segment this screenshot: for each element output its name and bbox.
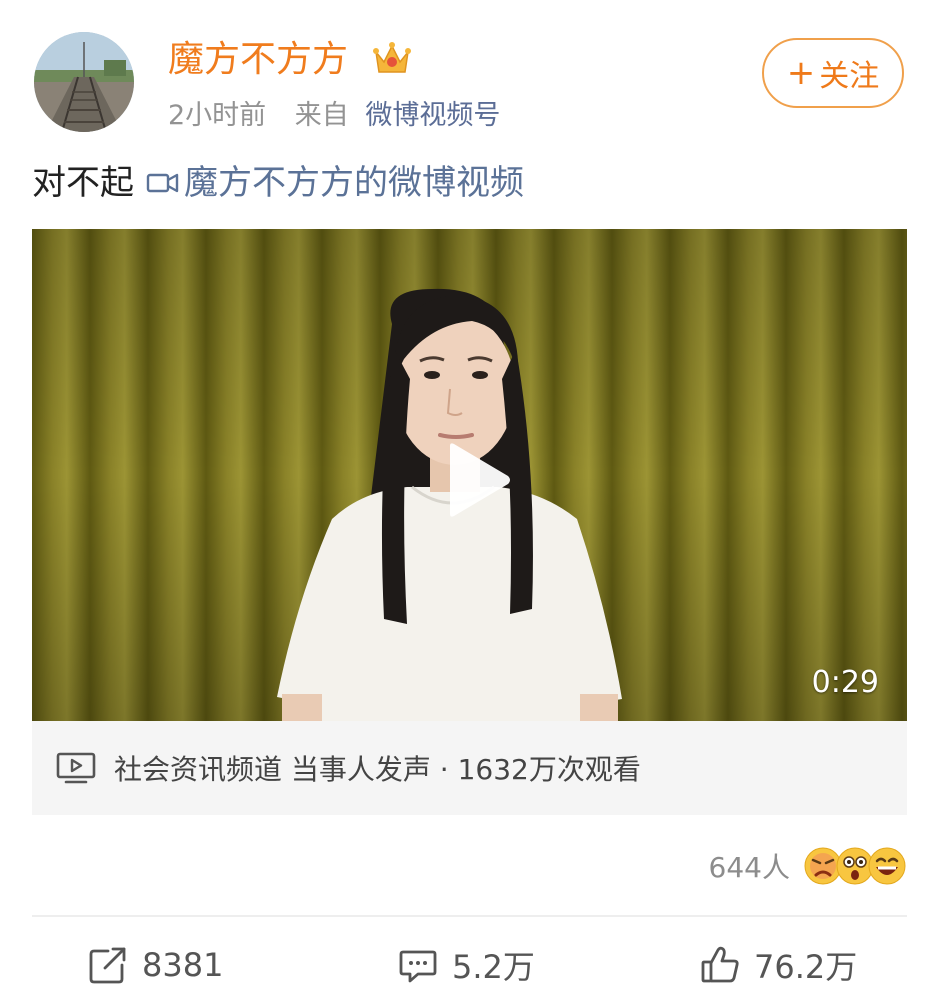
laughing-emoji-icon: [868, 847, 906, 885]
vip-crown-icon: [373, 42, 411, 73]
follow-label: 关注: [819, 59, 880, 94]
video-player[interactable]: 0:29: [32, 229, 907, 721]
comment-button[interactable]: 5.2万: [398, 932, 535, 998]
divider: [32, 915, 907, 917]
video-link[interactable]: 魔方不方方的微博视频: [134, 158, 524, 208]
username[interactable]: 魔方不方方: [168, 38, 348, 82]
from-prefix: 来自: [294, 100, 349, 131]
follow-button[interactable]: + 关注: [762, 38, 904, 108]
video-link-label: 魔方不方方的微博视频: [184, 163, 524, 203]
post-text-content: 对不起: [32, 163, 134, 203]
tv-icon: [56, 752, 96, 784]
comment-icon: [399, 950, 437, 983]
like-icon: [701, 946, 739, 983]
reaction-count: 644人: [708, 851, 790, 884]
post-source[interactable]: 微博视频号: [365, 100, 500, 131]
avatar[interactable]: [34, 32, 134, 132]
play-icon[interactable]: [442, 440, 514, 520]
avatar-image: [34, 32, 134, 132]
video-duration: 0:29: [811, 665, 879, 700]
repost-icon: [89, 947, 126, 984]
repost-count: 8381: [142, 946, 224, 984]
post-text: 对不起 魔方不方方的微博视频: [32, 158, 524, 208]
video-channel-info: 社会资讯频道 当事人发声 · 1632万次观看: [114, 753, 641, 786]
plus-icon: +: [786, 53, 816, 93]
comment-count: 5.2万: [452, 948, 535, 986]
like-count: 76.2万: [754, 948, 858, 986]
reaction-summary[interactable]: 644人: [709, 840, 906, 892]
video-channel-bar[interactable]: 社会资讯频道 当事人发声 · 1632万次观看: [32, 721, 907, 815]
post-meta: 2小时前 来自 微博视频号: [168, 96, 500, 136]
action-bar: 8381 5.2万 76.2万: [0, 932, 938, 998]
post-time: 2小时前: [168, 100, 267, 131]
like-button[interactable]: 76.2万: [700, 932, 857, 998]
repost-button[interactable]: 8381: [88, 932, 223, 998]
video-camera-icon: [146, 173, 179, 193]
